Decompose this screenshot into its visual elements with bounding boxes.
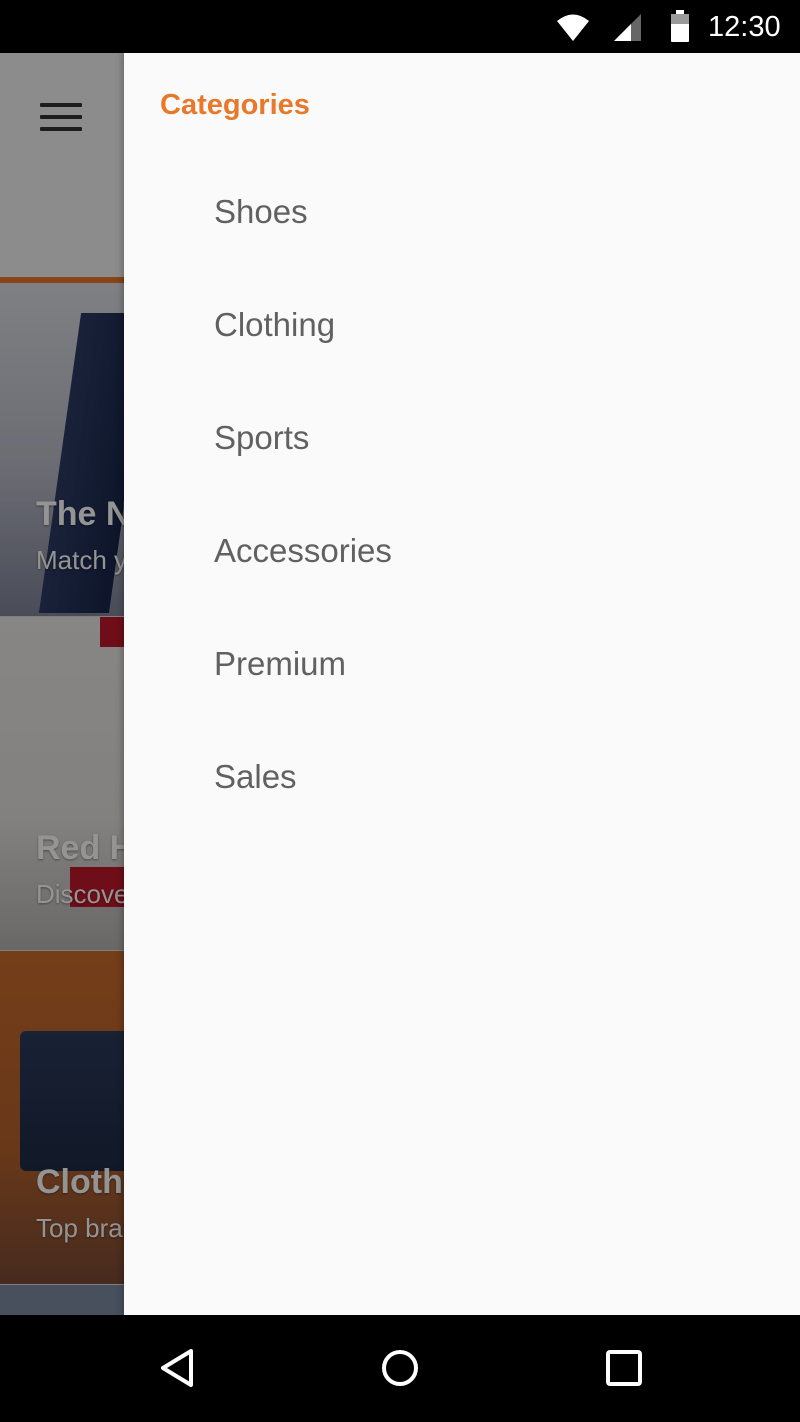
drawer-item-accessories[interactable]: Accessories xyxy=(124,492,800,605)
drawer-item-premium[interactable]: Premium xyxy=(124,605,800,718)
wifi-icon xyxy=(557,14,589,41)
navigation-drawer: Categories Shoes Clothing Sports Accesso… xyxy=(124,53,800,1315)
signal-icon xyxy=(614,14,641,41)
system-nav-bar xyxy=(0,1315,800,1422)
screen: 12:30 The N Match y Red H Discove Clothi… xyxy=(0,0,800,1422)
back-icon[interactable] xyxy=(158,1348,198,1388)
status-clock: 12:30 xyxy=(708,11,781,43)
home-icon[interactable] xyxy=(380,1348,420,1388)
status-bar: 12:30 xyxy=(0,0,800,53)
drawer-item-sales[interactable]: Sales xyxy=(124,718,800,831)
drawer-item-clothing[interactable]: Clothing xyxy=(124,266,800,379)
recents-icon[interactable] xyxy=(604,1348,644,1388)
drawer-header: Categories xyxy=(160,89,310,121)
drawer-list: Shoes Clothing Sports Accessories Premiu… xyxy=(124,153,800,831)
drawer-item-sports[interactable]: Sports xyxy=(124,379,800,492)
battery-icon xyxy=(671,10,689,42)
drawer-item-shoes[interactable]: Shoes xyxy=(124,153,800,266)
